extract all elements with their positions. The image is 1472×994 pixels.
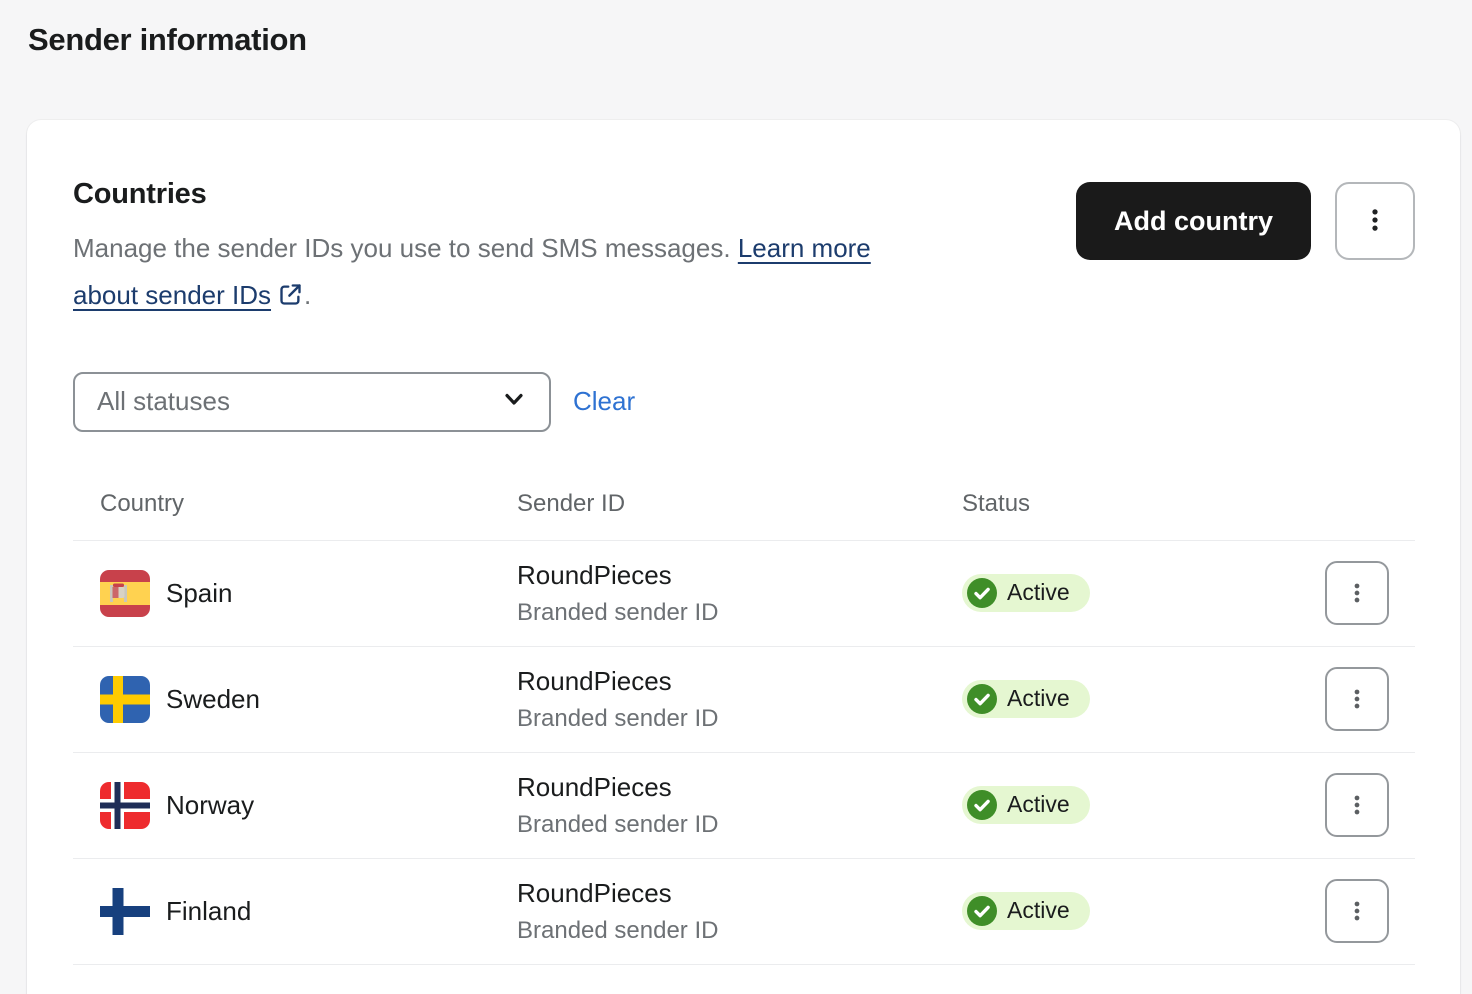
row-menu-button[interactable] xyxy=(1325,561,1389,625)
status-badge: Active xyxy=(962,574,1090,612)
kebab-vertical-icon xyxy=(1344,898,1370,924)
country-cell: Norway xyxy=(73,782,517,829)
filter-row: All statuses Clear xyxy=(73,372,1415,432)
row-actions-cell xyxy=(1325,561,1415,625)
check-circle-icon xyxy=(967,578,997,608)
kebab-vertical-icon xyxy=(1344,686,1370,712)
sender-id-type: Branded sender ID xyxy=(517,811,962,839)
page-title: Sender information xyxy=(28,22,1472,58)
countries-card: Countries Manage the sender IDs you use … xyxy=(27,120,1460,994)
norway-flag-icon xyxy=(100,782,150,829)
check-circle-icon xyxy=(967,684,997,714)
status-cell: Active xyxy=(962,892,1325,931)
country-cell: Sweden xyxy=(73,676,517,723)
card-actions: Add country xyxy=(1076,178,1415,260)
check-circle-icon xyxy=(967,896,997,926)
status-label: Active xyxy=(1007,579,1070,606)
status-label: Active xyxy=(1007,685,1070,712)
country-name: Spain xyxy=(166,578,233,609)
page: Sender information Countries Manage the … xyxy=(0,0,1472,994)
card-header-text: Countries Manage the sender IDs you use … xyxy=(73,178,873,324)
row-menu-button[interactable] xyxy=(1325,879,1389,943)
country-name: Sweden xyxy=(166,684,260,715)
row-actions-cell xyxy=(1325,879,1415,943)
card-title: Countries xyxy=(73,178,873,211)
countries-table: Country Sender ID Status Spain RoundPiec… xyxy=(73,482,1415,965)
status-filter-value: All statuses xyxy=(97,386,230,417)
check-circle-icon xyxy=(967,790,997,820)
column-header-status: Status xyxy=(962,490,1325,518)
status-label: Active xyxy=(1007,897,1070,924)
status-cell: Active xyxy=(962,574,1325,613)
spain-flag-icon xyxy=(100,570,150,617)
sender-id-cell: RoundPieces Branded sender ID xyxy=(517,772,962,839)
status-badge: Active xyxy=(962,892,1090,930)
table-row: Sweden RoundPieces Branded sender ID Act… xyxy=(73,646,1415,752)
country-name: Finland xyxy=(166,896,251,927)
table-row: Norway RoundPieces Branded sender ID Act… xyxy=(73,752,1415,858)
sender-id-type: Branded sender ID xyxy=(517,599,962,627)
description-period: . xyxy=(304,280,311,310)
row-actions-cell xyxy=(1325,667,1415,731)
finland-flag-icon xyxy=(100,888,150,935)
country-name: Norway xyxy=(166,790,254,821)
kebab-vertical-icon xyxy=(1344,580,1370,606)
table-bottom-divider xyxy=(73,964,1415,965)
country-cell: Finland xyxy=(73,888,517,935)
table-row: Spain RoundPieces Branded sender ID Acti… xyxy=(73,540,1415,646)
description-text: Manage the sender IDs you use to send SM… xyxy=(73,233,738,263)
card-menu-button[interactable] xyxy=(1335,182,1415,260)
sender-id: RoundPieces xyxy=(517,666,962,697)
clear-filter-link[interactable]: Clear xyxy=(573,386,635,417)
status-filter-select[interactable]: All statuses xyxy=(73,372,551,432)
chevron-down-icon xyxy=(499,384,529,419)
sender-id: RoundPieces xyxy=(517,772,962,803)
row-menu-button[interactable] xyxy=(1325,773,1389,837)
sender-id-cell: RoundPieces Branded sender ID xyxy=(517,666,962,733)
table-row: Finland RoundPieces Branded sender ID Ac… xyxy=(73,858,1415,964)
add-country-button[interactable]: Add country xyxy=(1076,182,1311,260)
external-link-icon xyxy=(277,276,304,323)
sender-id-cell: RoundPieces Branded sender ID xyxy=(517,560,962,627)
card-description: Manage the sender IDs you use to send SM… xyxy=(73,225,873,324)
sender-id: RoundPieces xyxy=(517,878,962,909)
status-badge: Active xyxy=(962,680,1090,718)
table-body: Spain RoundPieces Branded sender ID Acti… xyxy=(73,540,1415,964)
row-actions-cell xyxy=(1325,773,1415,837)
kebab-vertical-icon xyxy=(1344,792,1370,818)
sender-id-cell: RoundPieces Branded sender ID xyxy=(517,878,962,945)
column-header-country: Country xyxy=(73,490,517,518)
status-cell: Active xyxy=(962,680,1325,719)
row-menu-button[interactable] xyxy=(1325,667,1389,731)
status-label: Active xyxy=(1007,791,1070,818)
country-cell: Spain xyxy=(73,570,517,617)
kebab-vertical-icon xyxy=(1360,205,1390,238)
table-header-row: Country Sender ID Status xyxy=(73,482,1415,540)
card-header: Countries Manage the sender IDs you use … xyxy=(73,178,1415,324)
column-header-sender-id: Sender ID xyxy=(517,490,962,518)
status-cell: Active xyxy=(962,786,1325,825)
sender-id-type: Branded sender ID xyxy=(517,917,962,945)
sender-id-type: Branded sender ID xyxy=(517,705,962,733)
status-badge: Active xyxy=(962,786,1090,824)
sweden-flag-icon xyxy=(100,676,150,723)
sender-id: RoundPieces xyxy=(517,560,962,591)
